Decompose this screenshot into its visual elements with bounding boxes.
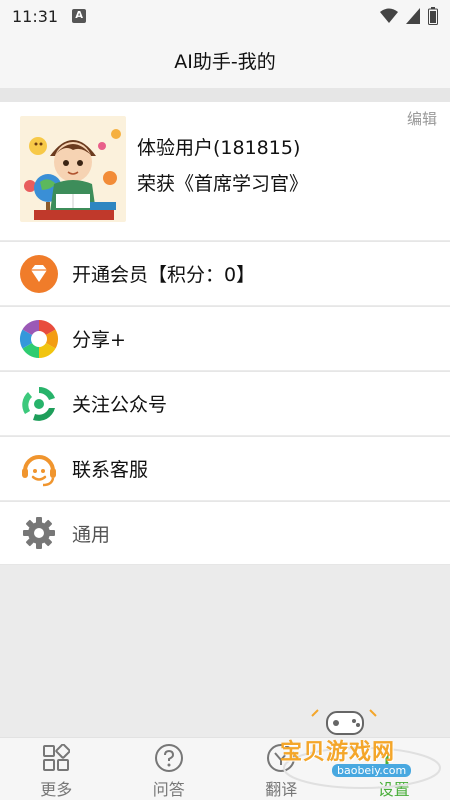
user-name: 体验用户(181815) — [137, 137, 301, 159]
menu-item-follow[interactable]: 关注公众号 — [0, 371, 450, 435]
avatar[interactable] — [20, 116, 126, 222]
nav-label: 翻译 — [265, 780, 298, 799]
a-icon: A — [72, 9, 87, 23]
status-icons — [380, 7, 438, 25]
page-title: AI助手-我的 — [174, 50, 276, 73]
menu-item-share[interactable]: 分享+ — [0, 306, 450, 370]
edit-link[interactable]: 编辑 — [407, 108, 437, 129]
status-time: 11:31 — [12, 6, 59, 26]
wifi-icon — [380, 8, 398, 23]
question-icon — [153, 742, 185, 774]
gear-icon — [19, 513, 59, 553]
signal-icon — [406, 8, 420, 24]
menu-item-general[interactable]: 通用 — [0, 501, 450, 565]
menu-label: 开通会员【积分：0】 — [72, 264, 256, 286]
nav-label: 设置 — [377, 780, 410, 799]
diamond-icon — [19, 254, 59, 294]
menu-label: 通用 — [72, 523, 111, 546]
translate-icon — [265, 742, 297, 774]
aperture-icon — [19, 319, 59, 359]
menu-item-membership[interactable]: 开通会员【积分：0】 — [0, 241, 450, 305]
menu-label: 关注公众号 — [72, 394, 168, 416]
battery-icon — [428, 7, 438, 25]
nav-label: 更多 — [40, 780, 73, 799]
avatar-illustration — [20, 116, 126, 222]
menu-item-support[interactable]: 联系客服 — [0, 436, 450, 500]
menu-label: 联系客服 — [72, 459, 149, 481]
profile-card[interactable]: 编辑 体验用户(181815) 荣获《首席学习官》 — [0, 102, 450, 240]
menu-label: 分享+ — [72, 329, 126, 351]
customer-service-icon — [19, 449, 59, 489]
tab-more[interactable]: 更多 — [0, 738, 113, 800]
tab-translate[interactable]: 翻译 — [225, 738, 338, 800]
section-gap — [0, 88, 450, 102]
user-honor: 荣获《首席学习官》 — [137, 173, 309, 195]
tab-qa[interactable]: 问答 — [113, 738, 226, 800]
app-bar: AI助手-我的 — [0, 32, 450, 88]
recycle-icon — [19, 384, 59, 424]
tab-settings[interactable]: 设置 — [338, 738, 450, 800]
status-bar: 11:31 A — [0, 0, 450, 32]
nav-label: 问答 — [152, 780, 185, 799]
settings-icon — [378, 742, 410, 774]
grid-icon — [40, 742, 72, 774]
bottom-nav: 更多 问答 翻译 设置 — [0, 737, 450, 800]
